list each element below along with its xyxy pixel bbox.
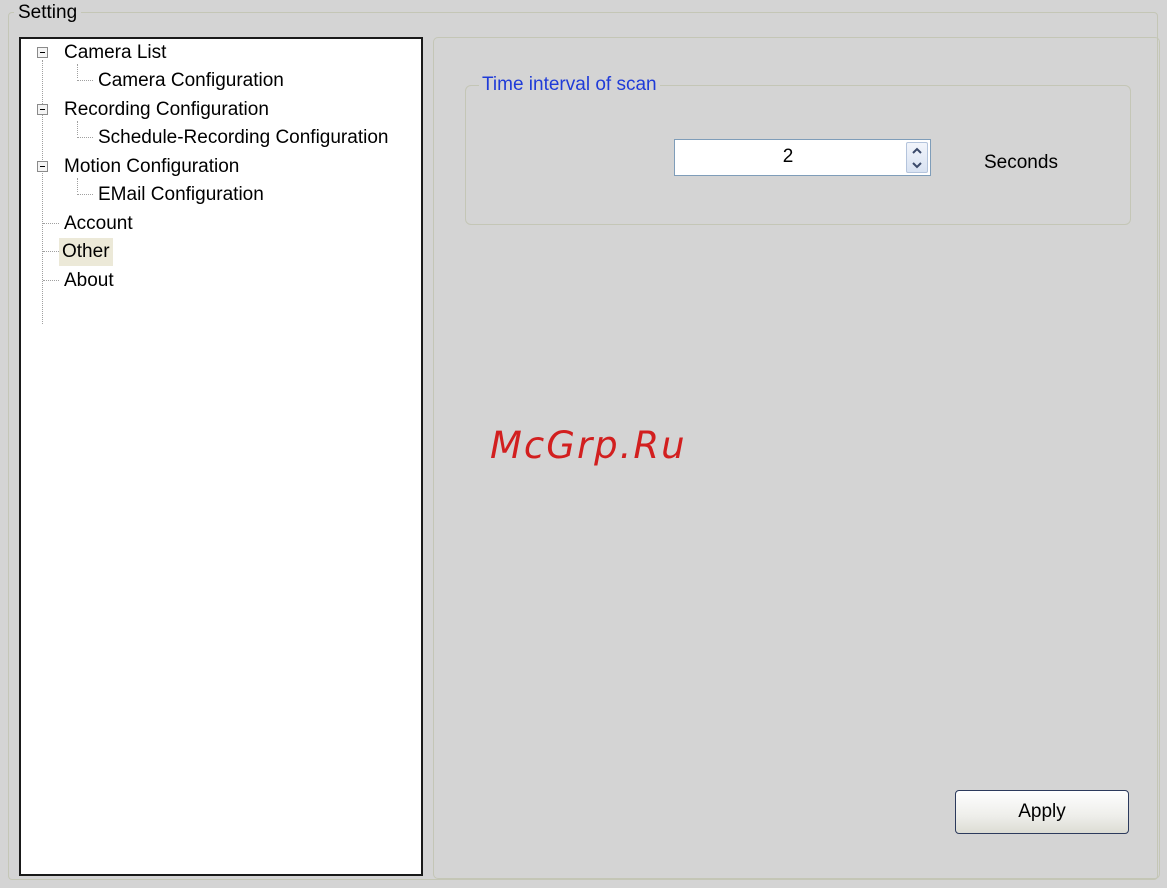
- tree-item-label: About: [64, 270, 114, 291]
- tree-item-label: Schedule-Recording Configuration: [98, 127, 389, 148]
- tree-item-recording-configuration[interactable]: Recording Configuration: [61, 96, 272, 124]
- watermark-text: McGrp.Ru: [490, 424, 687, 467]
- tree-connector: [43, 251, 59, 252]
- scan-interval-stepper[interactable]: 2: [674, 139, 931, 176]
- chevron-up-icon: [912, 147, 922, 154]
- tree-item-account[interactable]: Account: [61, 210, 136, 238]
- chevron-down-icon: [912, 161, 922, 168]
- tree-item-label: EMail Configuration: [98, 184, 264, 205]
- tree-item-camera-configuration[interactable]: Camera Configuration: [95, 67, 287, 95]
- tree-connector: [77, 80, 93, 81]
- tree-item-label: Camera List: [64, 42, 167, 63]
- collapse-icon[interactable]: [37, 104, 48, 115]
- tree-item-about[interactable]: About: [61, 267, 117, 295]
- tree-connector: [77, 194, 93, 195]
- scan-interval-value[interactable]: 2: [675, 140, 901, 175]
- collapse-icon[interactable]: [37, 47, 48, 58]
- stepper-buttons[interactable]: [906, 142, 928, 173]
- tree-item-label: Other: [59, 238, 113, 266]
- tree-connector: [43, 223, 59, 224]
- tree-connector: [77, 137, 93, 138]
- settings-group-title: Setting: [14, 1, 82, 25]
- settings-tree[interactable]: Camera List Camera Configuration Recordi…: [19, 37, 423, 876]
- tree-item-camera-list[interactable]: Camera List: [61, 39, 169, 67]
- tree-item-label: Camera Configuration: [98, 70, 284, 91]
- tree-connector: [43, 280, 59, 281]
- stepper-down-button[interactable]: [907, 158, 927, 172]
- tree-connector: [42, 60, 43, 324]
- tree-item-label: Motion Configuration: [64, 156, 240, 177]
- tree-item-label: Recording Configuration: [64, 99, 269, 120]
- apply-button[interactable]: Apply: [955, 790, 1129, 834]
- tree-item-other[interactable]: Other: [59, 238, 113, 266]
- scan-interval-unit: Seconds: [984, 152, 1058, 173]
- tree-item-label: Account: [64, 213, 133, 234]
- scan-interval-title: Time interval of scan: [479, 73, 660, 97]
- stepper-up-button[interactable]: [907, 143, 927, 157]
- tree-item-schedule-recording-configuration[interactable]: Schedule-Recording Configuration: [95, 124, 391, 152]
- collapse-icon[interactable]: [37, 161, 48, 172]
- tree-item-motion-configuration[interactable]: Motion Configuration: [61, 153, 242, 181]
- tree-item-email-configuration[interactable]: EMail Configuration: [95, 181, 267, 209]
